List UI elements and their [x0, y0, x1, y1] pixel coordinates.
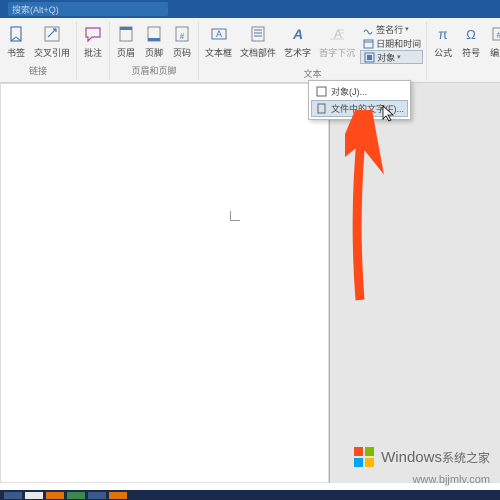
group-headerfooter: 页眉 页脚 # 页码 页眉和页脚 [110, 22, 199, 80]
header-button[interactable]: 页眉 [113, 22, 139, 61]
number-icon: # [489, 24, 500, 44]
watermark-brand: Windows系统之家 [381, 449, 490, 466]
ribbon: 书签 交叉引用 链接 批注 [0, 18, 500, 83]
number-button[interactable]: # 编号 [486, 22, 500, 61]
group-symbols: π 公式 Ω 符号 # 编号 [427, 22, 500, 80]
bookmark-button[interactable]: 书签 [3, 22, 29, 61]
group-label: 文本 [304, 67, 322, 80]
taskbar-item[interactable] [46, 492, 64, 499]
group-label: 页眉和页脚 [132, 64, 177, 77]
windows-logo-icon [353, 446, 375, 468]
margin-corner-mark [230, 211, 240, 221]
taskbar-item[interactable] [109, 492, 127, 499]
watermark: Windows系统之家 [353, 446, 490, 468]
crossref-button[interactable]: 交叉引用 [31, 22, 73, 61]
watermark-url: www.bjjmlv.com [413, 474, 490, 486]
wordart-icon: A [288, 24, 308, 44]
bookmark-icon [6, 24, 26, 44]
taskbar-item[interactable] [25, 492, 43, 499]
taskbar-item[interactable] [67, 492, 85, 499]
comment-icon [83, 24, 103, 44]
parts-button[interactable]: 文档部件 [237, 22, 279, 61]
equation-icon: π [433, 24, 453, 44]
chevron-down-icon: ▾ [397, 53, 401, 61]
svg-text:#: # [180, 32, 185, 41]
svg-text:A: A [291, 26, 302, 42]
group-text: A 文本框 文档部件 A 艺术字 A 首字下沉 [199, 22, 427, 80]
symbol-icon: Ω [461, 24, 481, 44]
equation-button[interactable]: π 公式 [430, 22, 456, 61]
textbox-icon: A [209, 24, 229, 44]
footer-icon [144, 24, 164, 44]
sigline-button[interactable]: 签名行 ▾ [360, 22, 423, 36]
object-icon [363, 51, 375, 63]
document-area [0, 83, 500, 483]
canvas-background [330, 83, 500, 483]
comment-button[interactable]: 批注 [80, 22, 106, 61]
svg-text:π: π [438, 26, 448, 42]
menu-text-from-file-item[interactable]: 文件中的文字(F)... [311, 100, 408, 117]
dropcap-button[interactable]: A 首字下沉 [316, 22, 358, 61]
file-icon [315, 103, 327, 115]
taskbar-item[interactable] [4, 492, 22, 499]
group-label: 链接 [29, 64, 47, 77]
menu-object-item[interactable]: 对象(J)... [311, 83, 408, 100]
title-bar: 搜索(Alt+Q) [0, 0, 500, 18]
footer-button[interactable]: 页脚 [141, 22, 167, 61]
dropcap-icon: A [327, 24, 347, 44]
taskbar [0, 490, 500, 500]
taskbar-item[interactable] [88, 492, 106, 499]
wordart-button[interactable]: A 艺术字 [281, 22, 314, 61]
pagenum-icon: # [172, 24, 192, 44]
signature-icon [362, 23, 374, 35]
chevron-down-icon: ▾ [405, 25, 409, 33]
datetime-button[interactable]: 日期和时间 [360, 36, 423, 50]
group-links: 书签 交叉引用 链接 [0, 22, 77, 80]
svg-text:Ω: Ω [466, 27, 476, 42]
symbol-button[interactable]: Ω 符号 [458, 22, 484, 61]
parts-icon [248, 24, 268, 44]
object-button[interactable]: 对象 ▾ [360, 50, 423, 64]
object-icon [315, 86, 327, 98]
textbox-button[interactable]: A 文本框 [202, 22, 235, 61]
crossref-icon [42, 24, 62, 44]
header-icon [116, 24, 136, 44]
datetime-icon [362, 37, 374, 49]
svg-text:A: A [216, 29, 222, 39]
search-box[interactable]: 搜索(Alt+Q) [8, 2, 168, 16]
search-placeholder: 搜索(Alt+Q) [12, 3, 59, 16]
pagenum-button[interactable]: # 页码 [169, 22, 195, 61]
svg-text:#: # [497, 30, 500, 40]
page[interactable] [0, 83, 330, 483]
group-comment: 批注 [77, 22, 110, 80]
object-dropdown-menu: 对象(J)... 文件中的文字(F)... [308, 80, 411, 120]
